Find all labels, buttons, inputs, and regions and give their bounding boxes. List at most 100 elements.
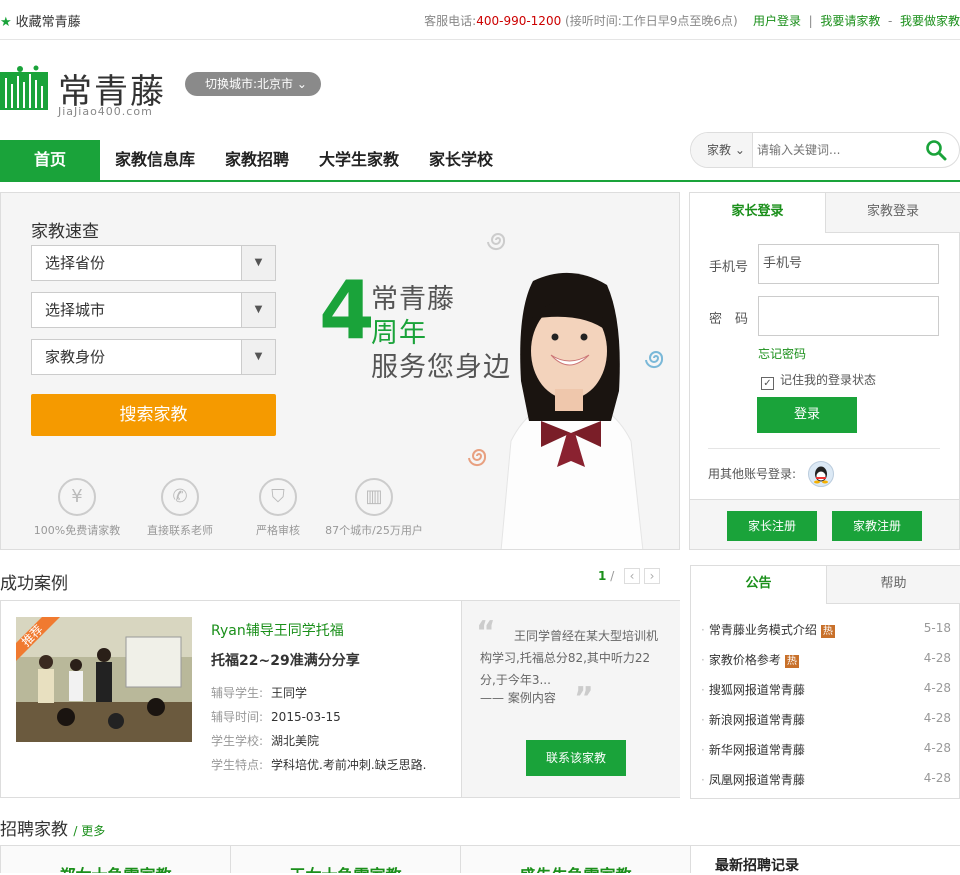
triangle-down-icon: ▼ bbox=[241, 340, 275, 374]
hire-tutor-link[interactable]: 我要请家教 bbox=[820, 14, 880, 28]
case-row-student: 辅导学生: 王同学 bbox=[211, 684, 307, 701]
bullet: · bbox=[701, 743, 705, 757]
recruit-more-link[interactable]: 更多 bbox=[81, 824, 105, 838]
register-parent-button[interactable]: 家长注册 bbox=[727, 511, 817, 541]
notice-title[interactable]: 常青藤业务模式介绍 bbox=[709, 623, 817, 637]
quick-search-title: 家教速查 bbox=[31, 222, 99, 242]
notice-item[interactable]: · 凤凰网报道常青藤 4-28 bbox=[701, 771, 951, 793]
city-select[interactable]: 选择城市 ▼ bbox=[31, 292, 276, 328]
recruit-card-title: 郑女士急需家教 bbox=[1, 862, 230, 873]
province-label: 选择省份 bbox=[45, 254, 106, 272]
logo-icon[interactable] bbox=[0, 64, 48, 110]
notice-date: 5-18 bbox=[923, 621, 951, 635]
feature-label: 87个城市/25万用户 bbox=[325, 524, 423, 537]
nav-tutor-library[interactable]: 家教信息库 bbox=[115, 140, 195, 180]
triangle-down-icon: ▼ bbox=[241, 246, 275, 280]
tab-tutor-login[interactable]: 家教登录 bbox=[825, 193, 960, 233]
notice-title[interactable]: 凤凰网报道常青藤 bbox=[709, 773, 805, 787]
hot-badge: 热 bbox=[784, 655, 799, 668]
forgot-password-link[interactable]: 忘记密码 bbox=[758, 345, 806, 362]
city-switch-label: 切换城市:北京市 bbox=[205, 77, 294, 91]
user-login-link[interactable]: 用户登录 bbox=[753, 14, 801, 28]
notice-title[interactable]: 家教价格参考 bbox=[709, 653, 781, 667]
notice-title[interactable]: 新华网报道常青藤 bbox=[709, 743, 805, 757]
feature-label: 直接联系老师 bbox=[147, 524, 213, 537]
notice-item[interactable]: · 家教价格参考热 4-28 bbox=[701, 651, 951, 673]
nav-college-tutor[interactable]: 大学生家教 bbox=[319, 140, 399, 180]
favorite-link[interactable]: ★ 收藏常青藤 bbox=[0, 11, 81, 30]
phone-label: 客服电话: bbox=[424, 14, 477, 28]
case-row-school: 学生学校: 湖北美院 bbox=[211, 732, 319, 749]
bullet: · bbox=[701, 683, 705, 697]
top-right-links: 客服电话:400-990-1200 (接听时间:工作日早9点至晚6点) 用户登录… bbox=[424, 12, 960, 29]
remember-me[interactable]: ✓ 记住我的登录状态 bbox=[761, 371, 876, 390]
password-label: 密 码 bbox=[709, 312, 749, 327]
identity-select[interactable]: 家教身份 ▼ bbox=[31, 339, 276, 375]
notice-title[interactable]: 新浪网报道常青藤 bbox=[709, 713, 805, 727]
nav-home[interactable]: 首页 bbox=[0, 140, 100, 180]
triangle-down-icon: ▼ bbox=[241, 293, 275, 327]
divider bbox=[708, 448, 940, 449]
phone-hours: (接听时间:工作日早9点至晚6点) bbox=[565, 14, 738, 28]
login-button[interactable]: 登录 bbox=[757, 397, 857, 433]
cases-title: 成功案例 bbox=[0, 574, 68, 594]
tab-help[interactable]: 帮助 bbox=[826, 566, 960, 604]
row-label: 辅导时间: bbox=[211, 710, 264, 724]
case-card: 推荐 Ryan辅导王同学托福 托福22~29准满分分享 辅导学生: 王同学 辅导时… bbox=[0, 600, 680, 798]
tab-notice[interactable]: 公告 bbox=[691, 566, 826, 604]
row-label: 学生特点: bbox=[211, 758, 264, 772]
notice-item[interactable]: · 搜狐网报道常青藤 4-28 bbox=[701, 681, 951, 703]
province-select[interactable]: 选择省份 ▼ bbox=[31, 245, 276, 281]
register-tutor-button[interactable]: 家教注册 bbox=[832, 511, 922, 541]
page-separator: / bbox=[610, 569, 615, 583]
separator: - bbox=[888, 14, 893, 28]
search-input[interactable] bbox=[753, 135, 918, 165]
chevron-down-icon: ⌄ bbox=[296, 77, 307, 91]
case-tutor-name[interactable]: Ryan辅导王同学托福 bbox=[211, 620, 344, 640]
tab-parent-login[interactable]: 家长登录 bbox=[690, 193, 825, 233]
bullet: · bbox=[701, 713, 705, 727]
bullet: · bbox=[701, 773, 705, 787]
login-panel: 家长登录 家教登录 手机号 手机号 密 码 忘记密码 ✓ 记住我的登录状态 登录 … bbox=[689, 192, 960, 550]
password-input[interactable] bbox=[758, 296, 939, 336]
recruit-card[interactable]: 盛先生急需家教 bbox=[460, 845, 691, 873]
nav-parent-school[interactable]: 家长学校 bbox=[429, 140, 493, 180]
notice-item[interactable]: · 新浪网报道常青藤 4-28 bbox=[701, 711, 951, 733]
nav-tutor-recruit[interactable]: 家教招聘 bbox=[225, 140, 289, 180]
prev-arrow-icon[interactable]: ‹ bbox=[624, 568, 641, 584]
feature-label: 100%免费请家教 bbox=[33, 524, 121, 537]
feature-review: ⛉ 严格审核 bbox=[241, 478, 315, 538]
bullet: · bbox=[701, 653, 705, 667]
yen-icon: ¥ bbox=[58, 478, 96, 516]
search-type-select[interactable]: 家教 ⌄ bbox=[691, 133, 753, 167]
case-headline[interactable]: 托福22~29准满分分享 bbox=[211, 650, 360, 670]
next-arrow-icon[interactable]: › bbox=[644, 568, 661, 584]
notice-item[interactable]: · 常青藤业务模式介绍热 5-18 bbox=[701, 621, 951, 643]
anniversary-number: 4 bbox=[319, 264, 375, 357]
notice-title[interactable]: 搜狐网报道常青藤 bbox=[709, 683, 805, 697]
contact-tutor-button[interactable]: 联系该家教 bbox=[526, 740, 626, 776]
bullet: · bbox=[701, 623, 705, 637]
notice-item[interactable]: · 新华网报道常青藤 4-28 bbox=[701, 741, 951, 763]
top-bar: ★ 收藏常青藤 客服电话:400-990-1200 (接听时间:工作日早9点至晚6… bbox=[0, 0, 960, 40]
city-switch[interactable]: 切换城市:北京市 ⌄ bbox=[185, 72, 321, 96]
recruit-title-text: 招聘家教 bbox=[0, 820, 68, 840]
row-label: 辅导学生: bbox=[211, 686, 264, 700]
identity-label: 家教身份 bbox=[45, 348, 106, 366]
case-quote-source: —— 案例内容 bbox=[480, 691, 556, 705]
search-tutor-button[interactable]: 搜索家教 bbox=[31, 394, 276, 436]
recruit-card[interactable]: 郑女士急需家教 bbox=[0, 845, 231, 873]
cases-pager: 1 / ‹ › bbox=[598, 568, 661, 584]
search-icon[interactable] bbox=[925, 139, 947, 161]
swirl-decoration bbox=[487, 233, 506, 251]
feature-contact: ✆ 直接联系老师 bbox=[135, 478, 225, 538]
recruit-card-title: 王女士急需家教 bbox=[231, 862, 460, 873]
checkbox-checked-icon[interactable]: ✓ bbox=[761, 377, 774, 390]
shield-icon: ⛉ bbox=[259, 478, 297, 516]
student-photo bbox=[500, 272, 644, 549]
qq-icon[interactable] bbox=[808, 461, 834, 487]
be-tutor-link[interactable]: 我要做家教 bbox=[900, 14, 960, 28]
feature-cities: ▥ 87个城市/25万用户 bbox=[319, 478, 429, 538]
recruit-card[interactable]: 王女士急需家教 bbox=[230, 845, 461, 873]
phone-input[interactable]: 手机号 bbox=[758, 244, 939, 284]
